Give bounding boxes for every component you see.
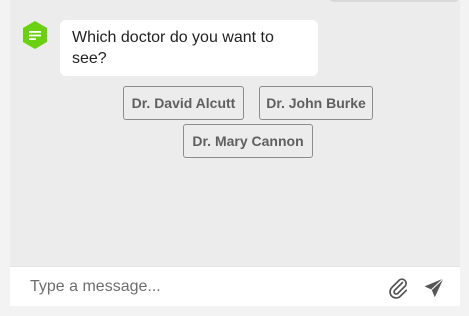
attach-button[interactable]	[386, 276, 410, 300]
message-composer	[10, 266, 460, 306]
option-dr-david-alcutt-button[interactable]: Dr. David Alcutt	[123, 86, 244, 120]
paperclip-icon	[389, 278, 408, 299]
send-icon	[424, 278, 444, 298]
message-input[interactable]	[20, 272, 380, 302]
chat-area: Which doctor do you want to see? Dr. Dav…	[10, 0, 460, 266]
bot-avatar	[22, 20, 48, 50]
bot-message-bubble: Which doctor do you want to see?	[60, 20, 318, 76]
chat-bubble-icon	[23, 21, 47, 49]
previous-message-bubble	[328, 0, 460, 2]
send-button[interactable]	[422, 276, 446, 300]
option-dr-john-burke-button[interactable]: Dr. John Burke	[259, 86, 373, 120]
option-dr-mary-cannon-button[interactable]: Dr. Mary Cannon	[183, 124, 313, 158]
